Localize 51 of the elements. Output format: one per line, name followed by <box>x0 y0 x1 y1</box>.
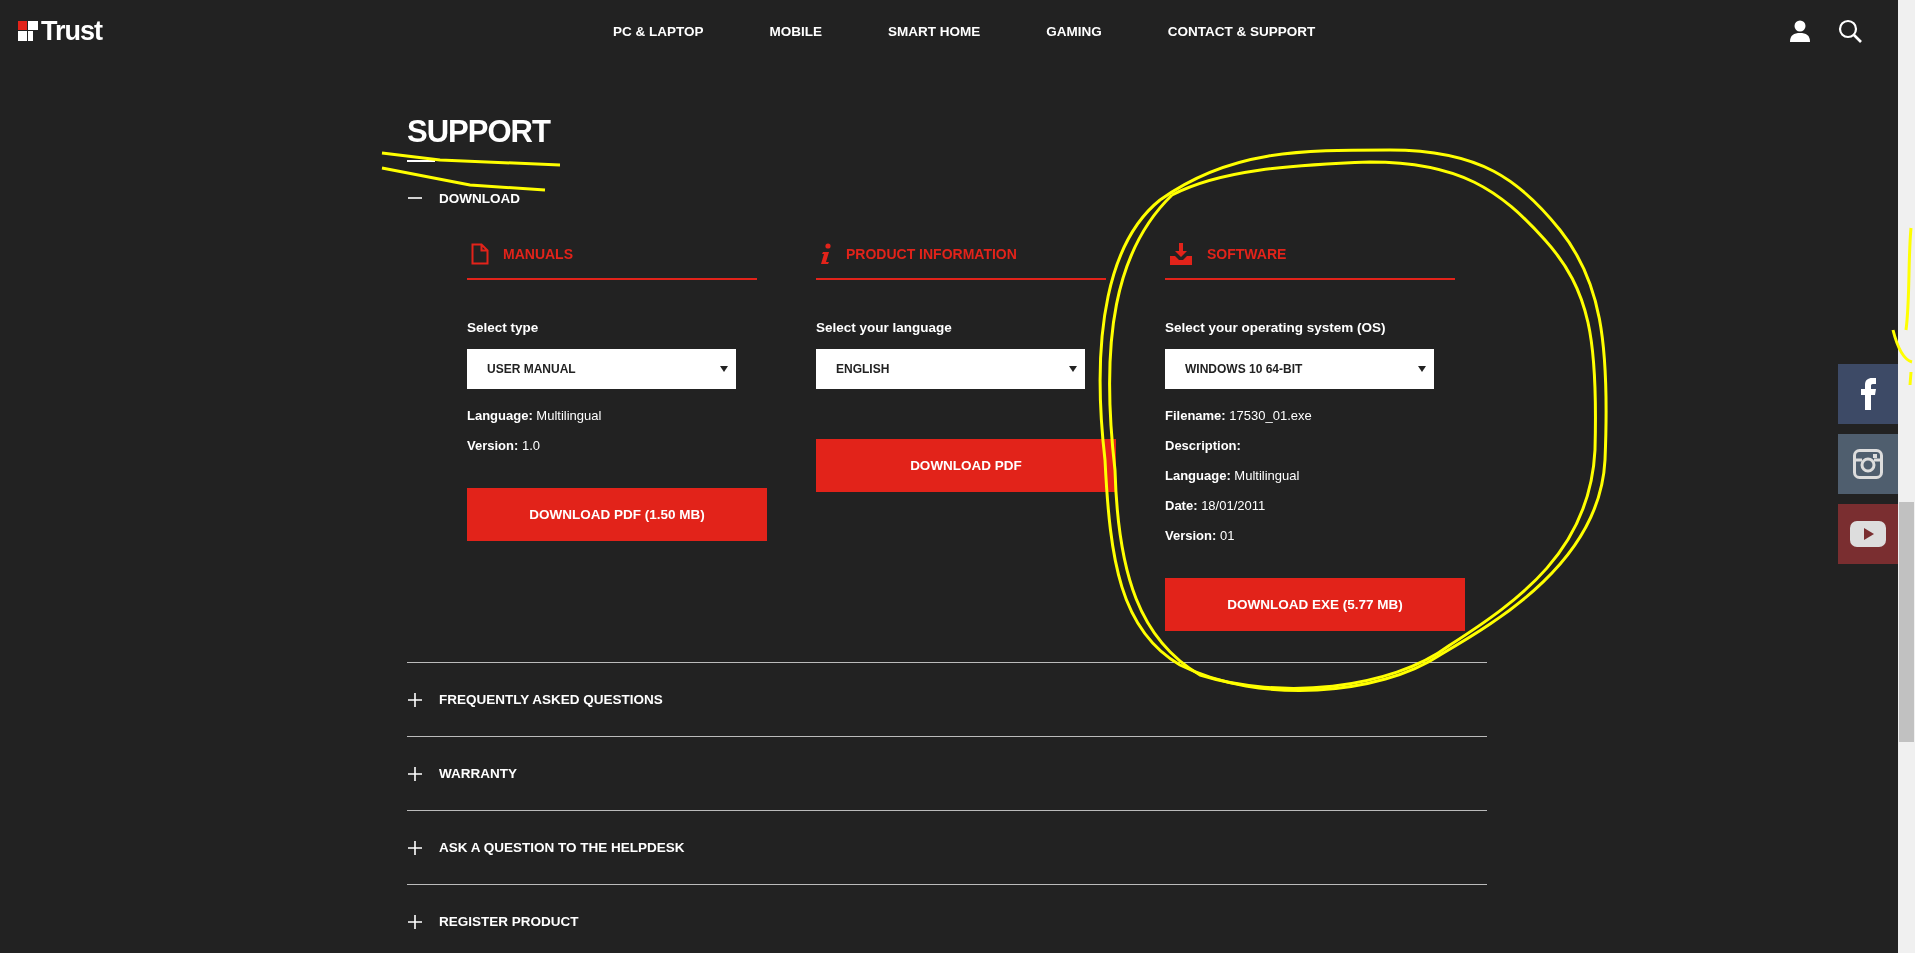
detail-text: Version: 01 <box>1165 528 1236 544</box>
column-heading: MANUALS <box>503 246 573 262</box>
download-tray-icon <box>1169 243 1193 265</box>
instagram-button[interactable] <box>1838 434 1898 494</box>
field-label: Select your language <box>816 320 953 335</box>
plus-icon[interactable] <box>407 839 423 856</box>
scrollbar-thumb[interactable] <box>1899 502 1914 742</box>
section-title[interactable]: DOWNLOAD <box>439 190 520 206</box>
detail-text: Description: <box>1165 438 1242 454</box>
caret-icon <box>720 366 728 372</box>
download-button[interactable]: DOWNLOAD EXE (5.77 MB) <box>1165 578 1465 631</box>
play-icon <box>1850 521 1886 547</box>
plus-icon[interactable] <box>407 913 423 930</box>
document-icon <box>471 243 489 265</box>
section-title[interactable]: WARRANTY <box>439 766 517 781</box>
detail-text: Date: 18/01/2011 <box>1165 498 1267 514</box>
nav-link[interactable]: PC & LAPTOP <box>613 23 704 39</box>
plus-icon[interactable] <box>407 691 423 708</box>
caret-icon <box>1069 366 1077 372</box>
download-button[interactable]: DOWNLOAD PDF <box>816 439 1116 492</box>
section-title[interactable]: ASK A QUESTION TO THE HELPDESK <box>439 840 685 855</box>
logo-icon <box>18 21 38 41</box>
search-icon[interactable] <box>1838 19 1862 43</box>
facebook-icon <box>1860 378 1876 410</box>
section-title[interactable]: FREQUENTLY ASKED QUESTIONS <box>439 692 663 707</box>
user-icon[interactable] <box>1790 20 1810 42</box>
nav-link[interactable]: MOBILE <box>769 23 823 39</box>
detail-text: Language: Multilingual <box>467 408 603 424</box>
camera-icon <box>1853 449 1883 479</box>
download-button[interactable]: DOWNLOAD PDF (1.50 MB) <box>467 488 767 541</box>
dropdown[interactable]: USER MANUAL <box>467 349 736 389</box>
nav-link[interactable]: CONTACT & SUPPORT <box>1167 23 1316 39</box>
detail-text: Version: 1.0 <box>467 438 541 454</box>
page-title: SUPPORT <box>407 114 552 150</box>
youtube-button[interactable] <box>1838 504 1898 564</box>
detail-text: Filename: 17530_01.exe <box>1165 408 1313 424</box>
caret-icon <box>1418 366 1426 372</box>
dropdown[interactable]: WINDOWS 10 64-BIT <box>1165 349 1434 389</box>
section-title[interactable]: REGISTER PRODUCT <box>439 914 579 929</box>
field-label: Select your operating system (OS) <box>1165 320 1387 335</box>
dropdown[interactable]: ENGLISH <box>816 349 1085 389</box>
nav-link[interactable]: SMART HOME <box>888 23 981 39</box>
column-heading: PRODUCT INFORMATION <box>846 246 1017 262</box>
nav-link[interactable]: GAMING <box>1046 23 1102 39</box>
field-label: Select type <box>467 320 540 335</box>
plus-icon[interactable] <box>407 765 423 782</box>
logo-text[interactable]: Trust <box>41 15 102 47</box>
detail-text: Language: Multilingual <box>1165 468 1301 484</box>
column-heading: SOFTWARE <box>1207 246 1287 262</box>
info-icon <box>820 243 832 265</box>
facebook-button[interactable] <box>1838 364 1898 424</box>
